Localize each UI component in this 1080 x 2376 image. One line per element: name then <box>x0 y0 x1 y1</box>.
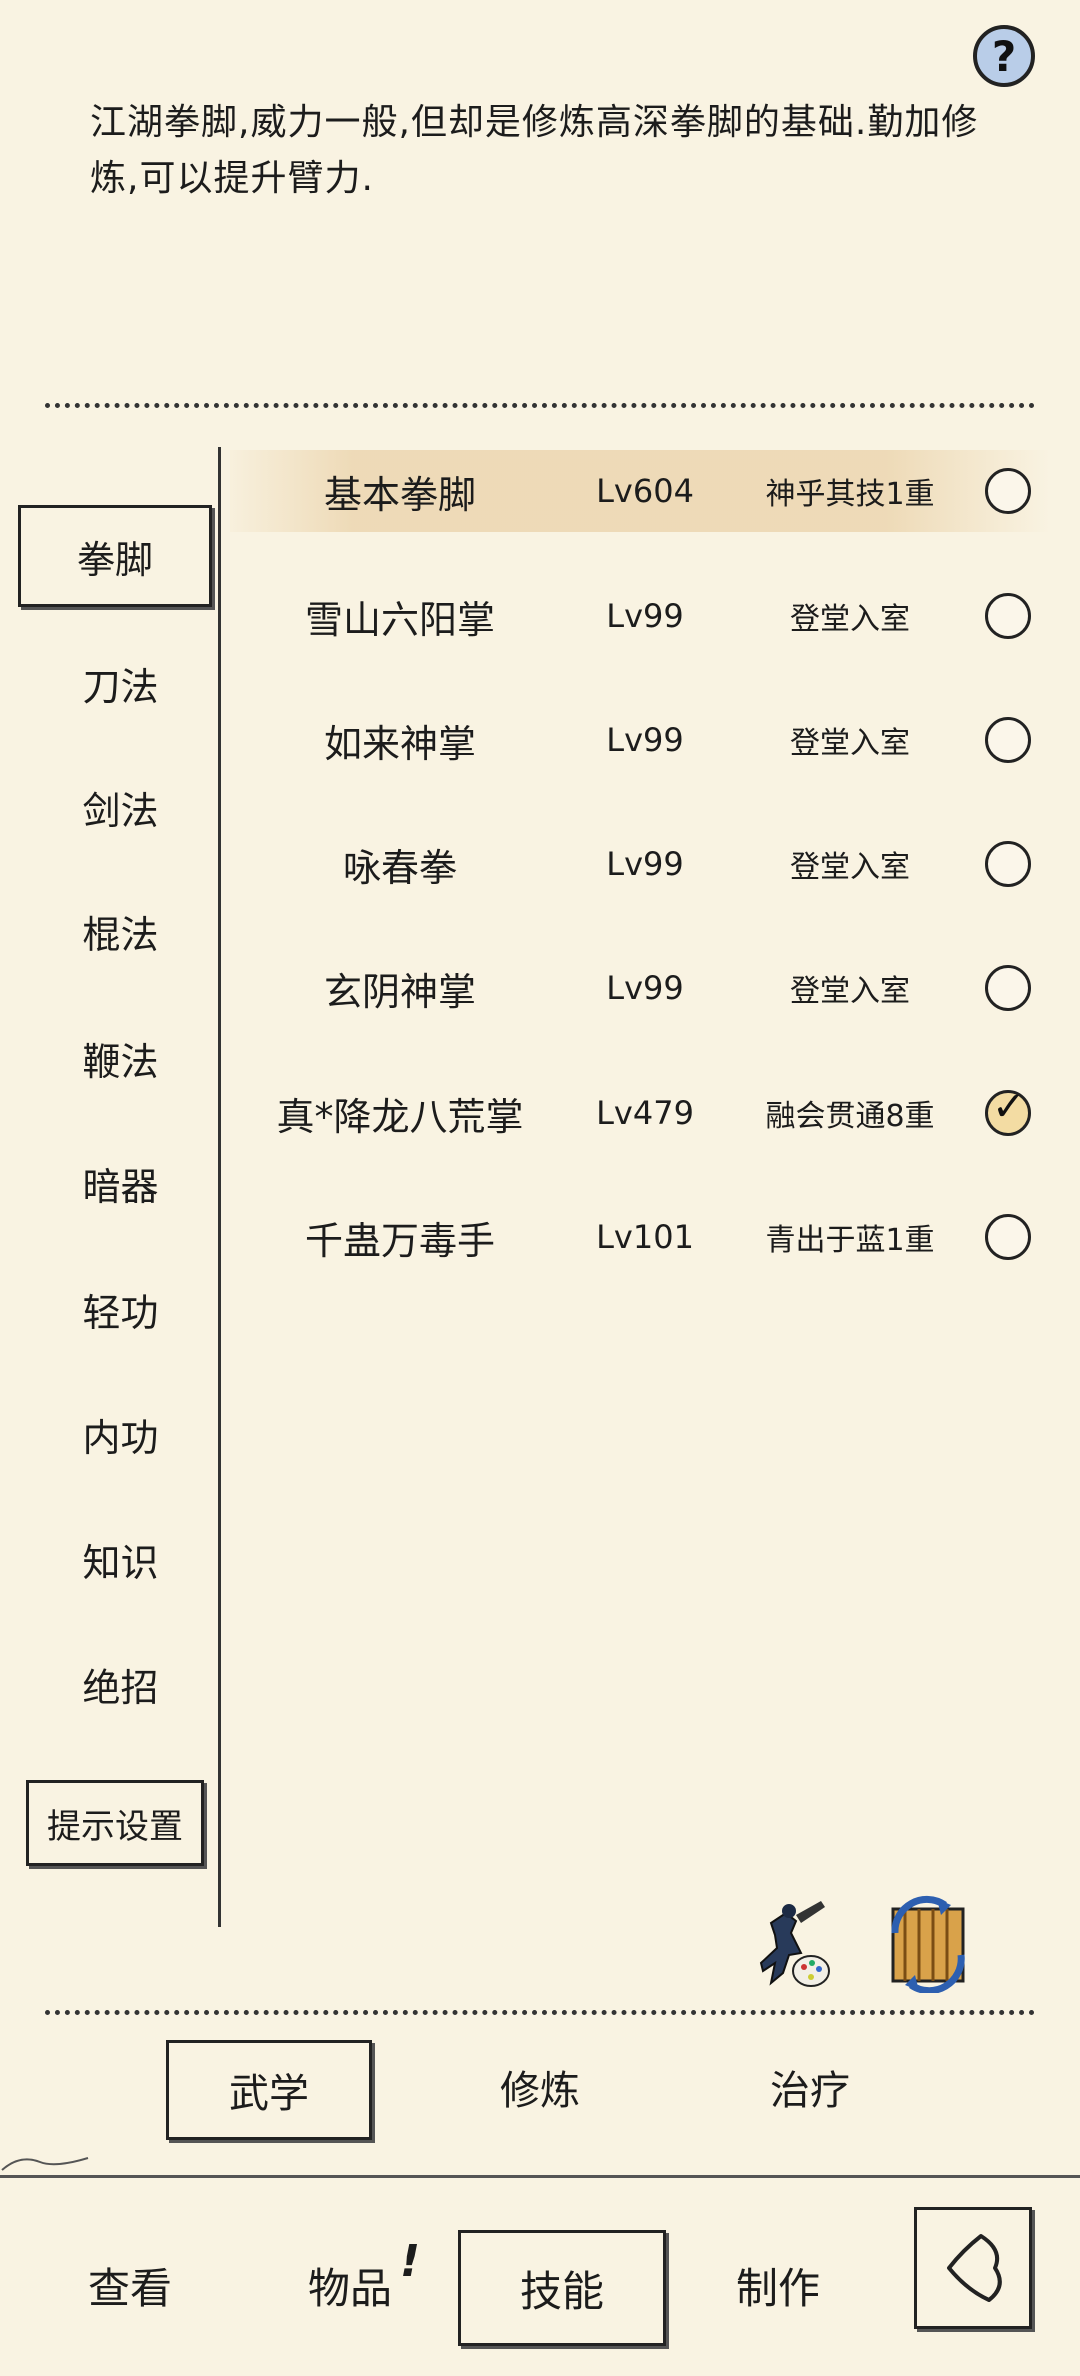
skill-select-radio[interactable] <box>985 841 1031 887</box>
skill-level: Lv479 <box>596 1094 694 1132</box>
back-button[interactable] <box>914 2207 1032 2329</box>
checkmark-icon: ✓ <box>992 1084 1026 1130</box>
skill-name: 咏春拳 <box>342 845 457 890</box>
skill-rank: 登堂入室 <box>790 850 910 885</box>
skill-level: Lv101 <box>596 1218 694 1256</box>
skill-select-radio[interactable] <box>985 1214 1031 1260</box>
nav-separator <box>0 2175 1080 2178</box>
category-label: 剑法 <box>82 788 159 833</box>
skill-select-radio[interactable] <box>985 717 1031 763</box>
skill-select-radio[interactable] <box>985 468 1031 514</box>
category-label: 暗器 <box>82 1164 159 1209</box>
skill-level: Lv99 <box>606 721 684 759</box>
category-label: 鞭法 <box>82 1039 159 1084</box>
category-label: 轻功 <box>82 1290 159 1335</box>
category-tab-gunfa[interactable]: 棍法 <box>18 891 223 971</box>
bottom-divider <box>45 2010 1035 2015</box>
skill-name: 千蛊万毒手 <box>304 1218 495 1263</box>
skill-row[interactable]: 咏春拳 Lv99 登堂入室 <box>230 823 1050 905</box>
scroll-swap-icon[interactable] <box>872 1890 982 1995</box>
skill-name: 玄阴神掌 <box>323 969 476 1014</box>
skill-row[interactable]: 雪山六阳掌 Lv99 登堂入室 <box>230 575 1050 657</box>
tip-settings-button[interactable]: 提示设置 <box>26 1780 204 1866</box>
category-label: 棍法 <box>82 912 159 957</box>
skill-rank: 神乎其技1重 <box>765 477 935 512</box>
subtab-wuxue[interactable]: 武学 <box>166 2040 372 2140</box>
skill-row[interactable]: 千蛊万毒手 Lv101 青出于蓝1重 <box>230 1196 1050 1278</box>
martial-artist-palette-icon[interactable] <box>738 1890 843 1995</box>
category-tab-daofa[interactable]: 刀法 <box>18 643 223 723</box>
skill-row[interactable]: 如来神掌 Lv99 登堂入室 <box>230 699 1050 781</box>
skill-level: Lv99 <box>606 969 684 1007</box>
category-tab-anqi[interactable]: 暗器 <box>18 1143 223 1223</box>
category-label: 内功 <box>82 1415 159 1460</box>
category-tab-neigong[interactable]: 内功 <box>18 1394 223 1474</box>
skill-name: 如来神掌 <box>323 721 476 766</box>
category-label: 绝招 <box>82 1665 159 1710</box>
subtab-zhiliao[interactable]: 治疗 <box>710 2040 910 2134</box>
skill-select-radio[interactable]: ✓ <box>985 1084 1031 1136</box>
nav-view[interactable]: 查看 <box>60 2230 200 2340</box>
category-label: 知识 <box>82 1540 159 1585</box>
skill-select-radio[interactable] <box>985 965 1031 1011</box>
help-button[interactable]: ? <box>973 25 1035 87</box>
skill-level: Lv99 <box>606 597 684 635</box>
category-tab-jianfa[interactable]: 剑法 <box>18 767 223 847</box>
skill-rank: 登堂入室 <box>790 602 910 637</box>
skill-rank: 登堂入室 <box>790 726 910 761</box>
category-tab-qinggong[interactable]: 轻功 <box>18 1269 223 1349</box>
help-icon: ? <box>991 31 1017 81</box>
skill-level: Lv99 <box>606 845 684 883</box>
skill-name: 基本拳脚 <box>323 472 476 517</box>
category-tab-quanjiao[interactable]: 拳脚 <box>18 505 212 607</box>
nav-skills[interactable]: 技能 <box>458 2230 666 2346</box>
category-label: 刀法 <box>82 664 159 709</box>
skill-rank: 青出于蓝1重 <box>765 1223 935 1258</box>
nav-items[interactable]: 物品 ! <box>280 2230 420 2340</box>
skill-row[interactable]: 基本拳脚 Lv604 神乎其技1重 <box>230 450 1050 532</box>
skill-name: 雪山六阳掌 <box>304 597 495 642</box>
skill-rank: 登堂入室 <box>790 974 910 1009</box>
top-divider <box>45 403 1035 408</box>
subtab-xiulian[interactable]: 修炼 <box>440 2040 640 2134</box>
skill-row[interactable]: 玄阴神掌 Lv99 登堂入室 <box>230 947 1050 1029</box>
category-tab-zhishi[interactable]: 知识 <box>18 1519 223 1599</box>
skill-level: Lv604 <box>596 472 694 510</box>
category-tab-juezhao[interactable]: 绝招 <box>18 1644 223 1724</box>
skill-rank: 融会贯通8重 <box>765 1099 935 1134</box>
skill-select-radio[interactable] <box>985 593 1031 639</box>
skill-name: 真*降龙八荒掌 <box>276 1094 524 1139</box>
brush-swirl-decoration <box>0 2150 90 2180</box>
back-arrow-icon <box>947 2234 1002 2302</box>
nav-craft[interactable]: 制作 <box>708 2230 848 2340</box>
nav-items-label: 物品 <box>307 2263 392 2313</box>
category-label: 拳脚 <box>76 537 153 582</box>
skill-description: 江湖拳脚,威力一般,但却是修炼高深拳脚的基础.勤加修炼,可以提升臂力. <box>90 102 979 199</box>
category-tab-bianfa[interactable]: 鞭法 <box>18 1018 223 1098</box>
notification-badge: ! <box>400 2236 421 2287</box>
skill-row[interactable]: 真*降龙八荒掌 Lv479 融会贯通8重 ✓ <box>230 1072 1050 1154</box>
